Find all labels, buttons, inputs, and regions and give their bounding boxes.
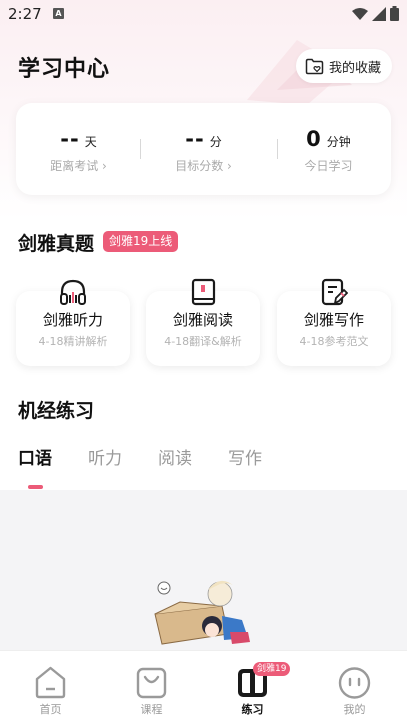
notification-icon: A — [53, 8, 64, 19]
active-tab-indicator — [28, 485, 43, 489]
nav-badge: 剑雅19 — [253, 662, 291, 676]
stat-unit: 天 — [84, 135, 97, 149]
tab-listening[interactable]: 听力 — [88, 444, 158, 469]
home-icon — [35, 666, 66, 699]
card-title: 剑雅阅读 — [172, 311, 233, 329]
stat-unit: 分 — [209, 135, 222, 149]
card-title: 剑雅写作 — [303, 311, 364, 329]
card-subtitle: 4-18参考范文 — [299, 335, 369, 348]
exam-countdown-stat[interactable]: -- 天 距离考试 › — [16, 103, 141, 195]
empty-state-illustration — [154, 580, 250, 645]
stat-value: -- — [185, 127, 205, 151]
tab-writing[interactable]: 写作 — [228, 444, 298, 469]
today-study-stat: 0 分钟 今日学习 — [266, 103, 391, 195]
folder-heart-icon — [305, 58, 324, 74]
tab-speaking[interactable]: 口语 — [18, 444, 88, 469]
profile-face-icon — [338, 667, 371, 699]
status-time: 2:27 — [8, 5, 42, 23]
favorites-label: 我的收藏 — [329, 60, 382, 76]
book-icon — [191, 278, 216, 306]
nav-label: 课程 — [140, 703, 163, 716]
nav-practice[interactable]: 剑雅19 练习 — [202, 651, 303, 723]
nav-label: 我的 — [343, 703, 366, 716]
status-bar: 2:27 A — [0, 0, 407, 28]
practice-section-title: 机经练习 — [18, 400, 95, 422]
card-subtitle: 4-18翻译&解析 — [164, 335, 242, 348]
stat-label: 目标分数 › — [175, 159, 232, 173]
nav-courses[interactable]: 课程 — [101, 651, 202, 723]
signal-icon — [372, 6, 386, 21]
target-score-stat[interactable]: -- 分 目标分数 › — [141, 103, 266, 195]
stat-label: 距离考试 › — [50, 159, 107, 173]
document-edit-icon — [321, 278, 348, 306]
wifi-icon — [352, 7, 368, 20]
page-title: 学习中心 — [18, 57, 111, 82]
stat-unit: 分钟 — [326, 135, 351, 149]
bottom-navigation: 首页 课程 剑雅19 练习 我的 — [0, 650, 407, 723]
tab-reading[interactable]: 阅读 — [158, 444, 228, 469]
status-icons — [352, 6, 399, 21]
card-subtitle: 4-18精讲解析 — [38, 335, 108, 348]
headphones-icon — [60, 279, 86, 305]
course-bag-icon — [136, 667, 167, 699]
stat-label: 今日学习 — [304, 159, 353, 173]
nav-label: 首页 — [39, 703, 62, 716]
card-title: 剑雅听力 — [42, 311, 103, 329]
battery-icon — [390, 6, 399, 21]
nav-profile[interactable]: 我的 — [304, 651, 405, 723]
favorites-button[interactable]: 我的收藏 — [296, 49, 392, 83]
cambridge-section-title: 剑雅真题 — [18, 233, 95, 255]
stat-value: 0 — [306, 127, 322, 151]
stat-value: -- — [60, 127, 80, 151]
stats-card: -- 天 距离考试 › -- 分 目标分数 › 0 分钟 今日学习 — [16, 103, 391, 195]
practice-content-area — [0, 490, 407, 650]
writing-card[interactable]: 剑雅写作 4-18参考范文 — [277, 278, 391, 366]
listening-card[interactable]: 剑雅听力 4-18精讲解析 — [16, 279, 130, 366]
nav-home[interactable]: 首页 — [0, 651, 101, 723]
nav-label: 练习 — [241, 703, 264, 716]
reading-card[interactable]: 剑雅阅读 4-18翻译&解析 — [146, 278, 260, 366]
practice-tabs: 口语 听力 阅读 写作 — [18, 444, 298, 469]
new-release-badge: 剑雅19上线 — [103, 231, 179, 252]
